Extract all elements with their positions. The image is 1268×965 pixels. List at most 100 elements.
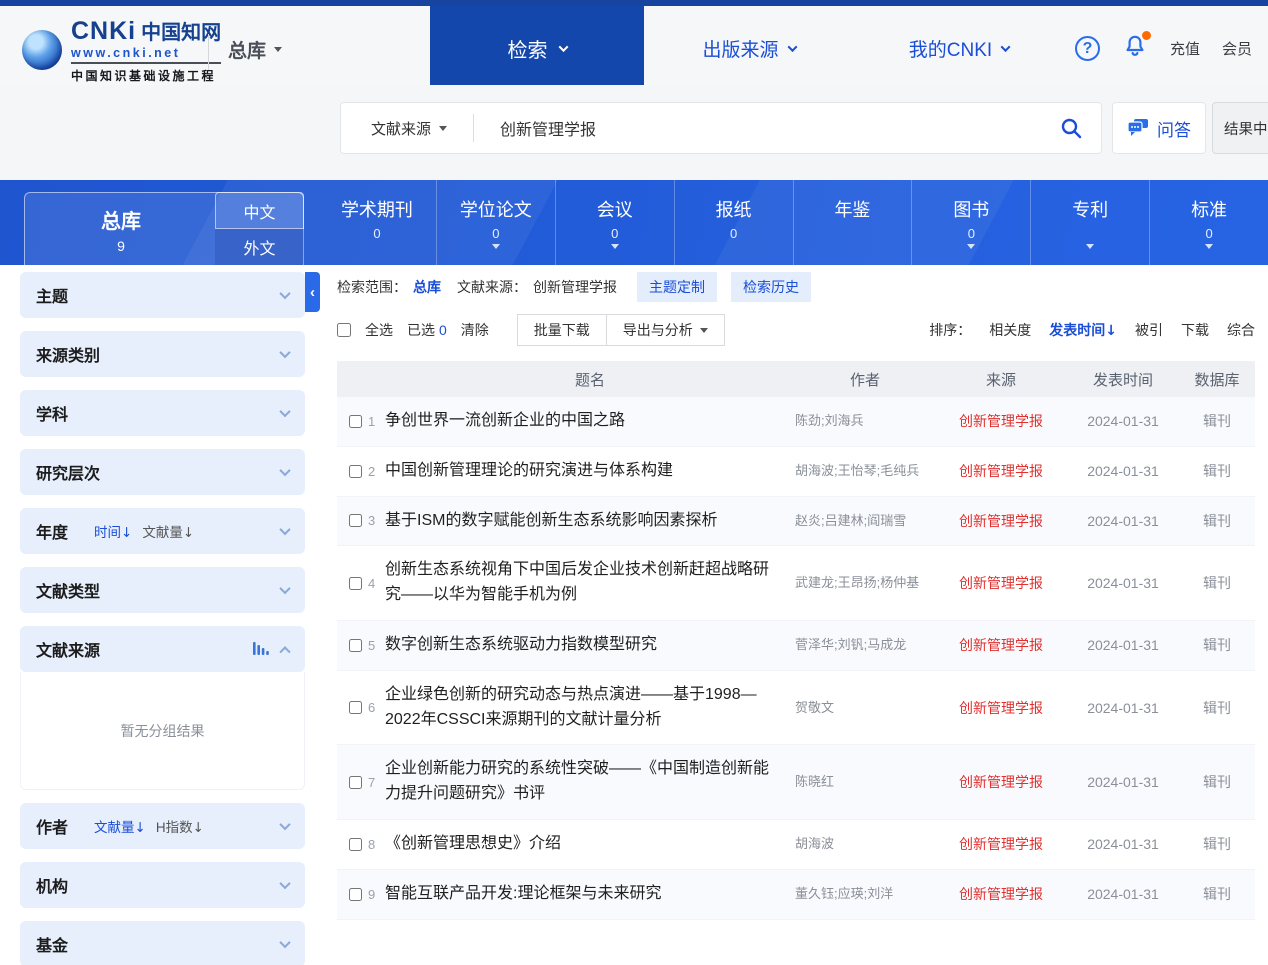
result-source-link[interactable]: 创新管理学报: [935, 573, 1067, 593]
lang-toggle-foreign[interactable]: 外文: [215, 229, 304, 265]
nav-tab-publications[interactable]: 出版来源: [644, 6, 854, 91]
sort-option[interactable]: 相关度: [989, 320, 1031, 340]
notification-bell-icon[interactable]: [1122, 33, 1148, 64]
result-authors[interactable]: 胡海波;王怡琴;毛纯兵: [795, 461, 935, 481]
dropdown-arrow-icon: [1205, 244, 1213, 249]
results-toolbar: 全选 已选0 清除 批量下载 导出与分析 排序： 相关度发表时间↓被引下载综合: [337, 314, 1255, 346]
result-title-link[interactable]: 企业绿色创新的研究动态与热点演进——基于1998—2022年CSSCI来源期刊的…: [385, 683, 795, 733]
db-tab[interactable]: 会议0: [555, 180, 674, 265]
selected-count: 0: [439, 322, 447, 338]
sidebar-group-header[interactable]: 基金: [20, 921, 305, 965]
row-checkbox[interactable]: [349, 514, 362, 527]
result-source-link[interactable]: 创新管理学报: [935, 698, 1067, 718]
batch-download-button[interactable]: 批量下载: [517, 314, 607, 346]
row-checkbox[interactable]: [349, 838, 362, 851]
sidebar-group-header[interactable]: 文献来源: [20, 626, 305, 672]
result-authors[interactable]: 武建龙;王昂扬;杨仲基: [795, 573, 935, 593]
row-number: 3: [368, 513, 375, 528]
row-checkbox[interactable]: [349, 888, 362, 901]
result-title-link[interactable]: 企业创新能力研究的系统性突破——《中国制造创新能力提升问题研究》书评: [385, 757, 795, 807]
sort-option[interactable]: 下载: [1181, 320, 1209, 340]
sidebar-group: 机构: [20, 862, 305, 908]
search-input[interactable]: 创新管理学报: [500, 116, 1059, 140]
sort-option[interactable]: 发表时间↓: [1049, 320, 1117, 340]
sidebar-group: 年度时间↓文献量↓: [20, 508, 305, 554]
row-checkbox[interactable]: [349, 577, 362, 590]
recharge-link[interactable]: 充值: [1170, 38, 1200, 59]
result-authors[interactable]: 陈晓红: [795, 772, 935, 792]
row-checkbox[interactable]: [349, 776, 362, 789]
select-all-label[interactable]: 全选: [365, 320, 393, 340]
select-all-checkbox[interactable]: [337, 323, 351, 337]
sidebar-collapse-button[interactable]: ‹: [305, 272, 320, 312]
db-tab[interactable]: 专利: [1030, 180, 1149, 265]
db-tab[interactable]: 标准0: [1149, 180, 1268, 265]
db-tab[interactable]: 图书0: [911, 180, 1030, 265]
sidebar-group: 文献来源暂无分组结果: [20, 626, 305, 790]
result-authors[interactable]: 胡海波: [795, 834, 935, 854]
row-checkbox[interactable]: [349, 415, 362, 428]
db-tab[interactable]: 报纸0: [674, 180, 793, 265]
sidebar-group-header[interactable]: 年度时间↓文献量↓: [20, 508, 305, 554]
row-checkbox[interactable]: [349, 701, 362, 714]
result-title-link[interactable]: 智能互联产品开发:理论框架与未来研究: [385, 882, 795, 907]
sidebar-group-header[interactable]: 文献类型: [20, 567, 305, 613]
result-source-link[interactable]: 创新管理学报: [935, 511, 1067, 531]
sidebar-sort-link[interactable]: 文献量↓: [142, 521, 194, 541]
row-checkbox[interactable]: [349, 639, 362, 652]
nav-tab-mycnki[interactable]: 我的CNKI: [854, 6, 1064, 91]
result-title-link[interactable]: 基于ISM的数字赋能创新生态系统影响因素探析: [385, 509, 795, 534]
result-source-link[interactable]: 创新管理学报: [935, 635, 1067, 655]
result-authors[interactable]: 菅泽华;刘钒;马成龙: [795, 635, 935, 655]
sidebar-group-header[interactable]: 机构: [20, 862, 305, 908]
result-authors[interactable]: 赵炎;吕建林;阎瑞雪: [795, 511, 935, 531]
row-number: 5: [368, 638, 375, 653]
search-icon[interactable]: [1059, 116, 1083, 140]
sidebar-sort-link[interactable]: 文献量↓: [94, 816, 146, 836]
sidebar-group-header[interactable]: 学科: [20, 390, 305, 436]
export-analyze-button[interactable]: 导出与分析: [606, 314, 725, 346]
search-in-results-button[interactable]: 结果中检索: [1212, 102, 1268, 154]
portal-switch[interactable]: 总库: [228, 36, 282, 63]
lang-toggle-chinese[interactable]: 中文: [215, 192, 304, 229]
result-title-link[interactable]: 创新生态系统视角下中国后发企业技术创新赶超战略研究——以华为智能手机为例: [385, 558, 795, 608]
result-authors[interactable]: 董久钰;应瑛;刘洋: [795, 884, 935, 904]
result-source-link[interactable]: 创新管理学报: [935, 411, 1067, 431]
cnki-logo[interactable]: CNKi 中国知网 www.cnki.net 中国知识基础设施工程: [22, 16, 221, 84]
bar-chart-icon[interactable]: [253, 642, 269, 656]
result-source-link[interactable]: 创新管理学报: [935, 834, 1067, 854]
result-source-link[interactable]: 创新管理学报: [935, 884, 1067, 904]
nav-tab-search[interactable]: 检索: [430, 6, 644, 91]
sort-option[interactable]: 被引: [1135, 320, 1163, 340]
db-tab-label: 报纸: [716, 196, 752, 222]
result-authors[interactable]: 贺敬文: [795, 698, 935, 718]
help-icon[interactable]: ?: [1075, 36, 1100, 61]
sidebar-sort-link[interactable]: 时间↓: [94, 521, 132, 541]
search-field-selector[interactable]: 文献来源: [371, 118, 447, 139]
db-tab[interactable]: 学术期刊0: [318, 180, 436, 265]
db-tab[interactable]: 学位论文0: [436, 180, 555, 265]
qa-button[interactable]: 问答: [1112, 102, 1206, 154]
sidebar-group-label: 作者: [36, 814, 68, 838]
scope-pill-button[interactable]: 检索历史: [731, 272, 811, 302]
scope-pill-button[interactable]: 主题定制: [637, 272, 717, 302]
sort-option[interactable]: 综合: [1227, 320, 1255, 340]
result-source-link[interactable]: 创新管理学报: [935, 461, 1067, 481]
sidebar-group-header[interactable]: 研究层次: [20, 449, 305, 495]
sidebar-group-header[interactable]: 主题: [20, 272, 305, 318]
result-title-link[interactable]: 《创新管理思想史》介绍: [385, 832, 795, 857]
scope-value-link[interactable]: 总库: [413, 277, 441, 297]
sidebar-sort-link[interactable]: H指数↓: [156, 816, 204, 836]
member-link[interactable]: 会员: [1222, 38, 1252, 59]
sidebar-group-header[interactable]: 作者 文献量↓ H指数↓: [20, 803, 305, 849]
search-field-label: 文献来源: [371, 118, 431, 139]
clear-selection-link[interactable]: 清除: [461, 320, 489, 340]
result-authors[interactable]: 陈劲;刘海兵: [795, 411, 935, 431]
result-title-link[interactable]: 争创世界一流创新企业的中国之路: [385, 409, 795, 434]
result-title-link[interactable]: 数字创新生态系统驱动力指数模型研究: [385, 633, 795, 658]
result-title-link[interactable]: 中国创新管理理论的研究演进与体系构建: [385, 459, 795, 484]
result-source-link[interactable]: 创新管理学报: [935, 772, 1067, 792]
sidebar-group-header[interactable]: 来源类别: [20, 331, 305, 377]
db-tab[interactable]: 年鉴: [793, 180, 912, 265]
row-checkbox[interactable]: [349, 465, 362, 478]
